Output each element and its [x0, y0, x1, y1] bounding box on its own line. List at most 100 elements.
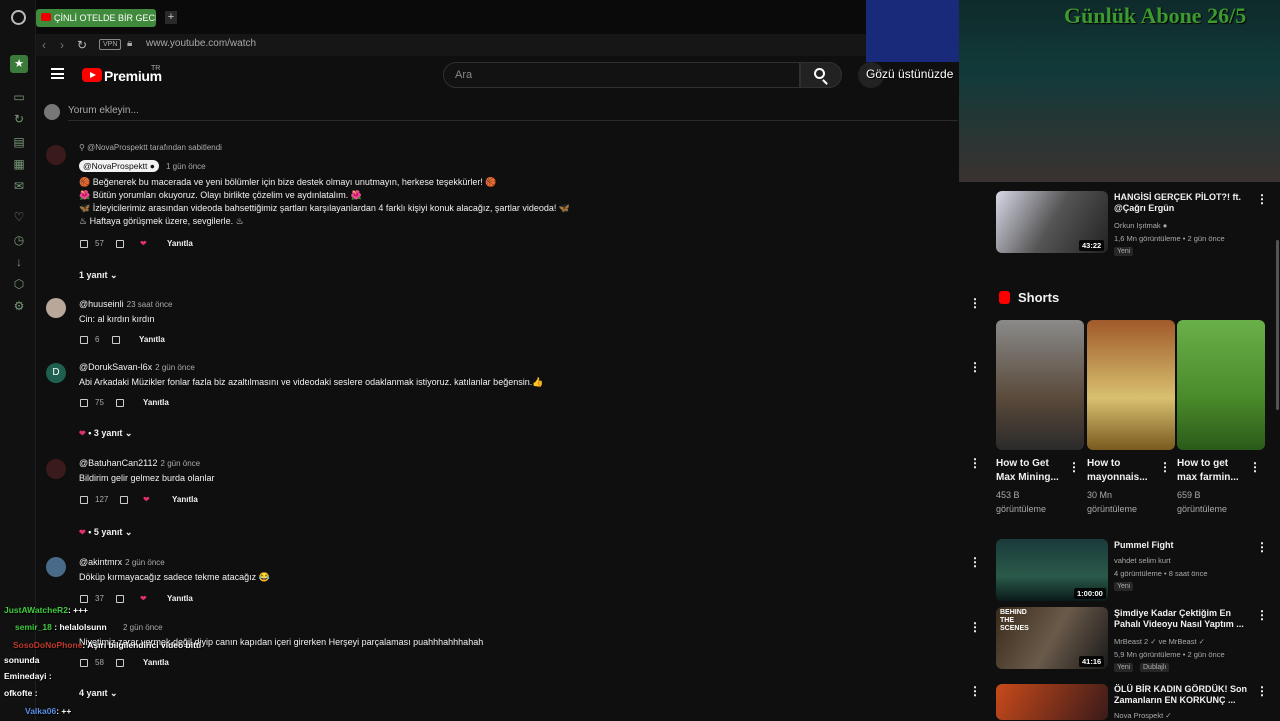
more-icon[interactable]: ⋮ [969, 555, 981, 569]
comment-input[interactable]: Yorum ekleyin... [68, 105, 139, 116]
short-title[interactable]: How to Get Max Mining... [996, 457, 1066, 485]
short-views: 659 B görüntüleme [1177, 490, 1228, 514]
chat-message: sonunda [4, 655, 40, 665]
more-icon[interactable]: ⋮ [1159, 460, 1171, 474]
replies-toggle[interactable]: ❤ • 3 yanıt ⌄ [79, 428, 132, 439]
avatar[interactable] [46, 145, 66, 165]
new-tab-button[interactable]: + [165, 11, 177, 24]
settings-icon[interactable]: ⚙ [12, 299, 26, 313]
reply-button[interactable]: Yanıtla [143, 658, 169, 667]
more-icon[interactable]: ⋮ [1256, 192, 1268, 206]
twitch-icon[interactable]: ▤ [12, 135, 26, 149]
short-title[interactable]: How to mayonnais... [1087, 457, 1157, 485]
video-channel[interactable]: vahdet selim kurt [1114, 555, 1171, 566]
like-icon[interactable] [80, 496, 88, 504]
video-channel[interactable]: Nova Prospekt ✓ [1114, 710, 1172, 721]
dislike-icon[interactable] [116, 399, 124, 407]
short-title[interactable]: How to get max farmin... [1177, 457, 1247, 485]
reply-button[interactable]: Yanıtla [143, 398, 169, 407]
forward-icon[interactable]: › [60, 38, 64, 52]
menu-icon[interactable] [51, 68, 64, 79]
download-icon[interactable]: ↓ [12, 255, 26, 269]
video-title[interactable]: Şimdiye Kadar Çektiğim En Pahalı Videoyu… [1114, 608, 1254, 630]
new-badge: Yeni [1114, 582, 1134, 591]
like-icon[interactable] [80, 240, 88, 248]
url-field[interactable]: www.youtube.com/watch [146, 38, 256, 49]
short-thumbnail[interactable] [1177, 320, 1265, 450]
video-channel[interactable]: Orkun Işıtmak ● [1114, 220, 1167, 231]
reply-button[interactable]: Yanıtla [167, 239, 193, 248]
stream-banner: Gözü üstünüzde [866, 67, 954, 81]
like-icon[interactable] [80, 399, 88, 407]
more-icon[interactable]: ⋮ [969, 456, 981, 470]
short-thumbnail[interactable] [1087, 320, 1175, 450]
reply-button[interactable]: Yanıtla [139, 335, 165, 344]
vpn-badge[interactable]: VPN [99, 39, 122, 50]
gamepad-icon[interactable]: ▭ [12, 90, 26, 104]
dislike-icon[interactable] [116, 595, 124, 603]
like-icon[interactable] [80, 595, 88, 603]
heart-icon[interactable]: ♡ [12, 210, 26, 224]
thumbnail-text: BEHIND THE SCENES [1000, 609, 1029, 632]
reply-button[interactable]: Yanıtla [172, 495, 198, 504]
more-icon[interactable]: ⋮ [1256, 684, 1268, 698]
more-icon[interactable]: ⋮ [1256, 608, 1268, 622]
star-icon[interactable]: ★ [10, 55, 28, 73]
reload-icon[interactable]: ↻ [77, 38, 87, 52]
replies-toggle[interactable]: 1 yanıt ⌄ [79, 270, 118, 281]
video-channel[interactable]: MrBeast 2 ✓ ve MrBeast ✓ [1114, 636, 1205, 647]
history-icon[interactable]: ◷ [12, 233, 26, 247]
youtube-logo-icon[interactable] [82, 68, 102, 82]
short-thumbnail[interactable] [996, 320, 1084, 450]
back-icon[interactable]: ‹ [42, 38, 46, 52]
like-icon[interactable] [80, 336, 88, 344]
more-icon[interactable]: ⋮ [969, 620, 981, 634]
video-thumbnail[interactable] [996, 684, 1108, 720]
short-views: 30 Mn görüntüleme [1087, 490, 1138, 514]
comment-time[interactable]: 1 gün önce [166, 162, 206, 171]
extensions-icon[interactable]: ⬡ [12, 277, 26, 291]
dislike-icon[interactable] [116, 659, 124, 667]
dislike-icon[interactable] [116, 240, 124, 248]
comment-time[interactable]: 2 gün önce [123, 623, 163, 632]
refresh-icon[interactable]: ↻ [12, 112, 26, 126]
more-icon[interactable]: ⋮ [969, 360, 981, 374]
mail-icon[interactable]: ✉ [12, 179, 26, 193]
comment-author[interactable]: @DorukSavan-l6x 2 gün önce [79, 362, 195, 372]
video-title[interactable]: ÖLÜ BİR KADIN GÖRDÜK! Son Zamanların EN … [1114, 684, 1254, 706]
avatar[interactable]: D [46, 363, 66, 383]
comment-text: Cin: al kırdın kırdın [79, 314, 155, 324]
reply-button[interactable]: Yanıtla [167, 594, 193, 603]
like-count: 58 [95, 658, 104, 667]
tab-active[interactable]: ÇİNLİ OTELDE BİR GECE! [36, 9, 156, 27]
more-icon[interactable]: ⋮ [1249, 460, 1261, 474]
pin-icon: ⚲ [79, 143, 88, 152]
messenger-icon[interactable]: ▦ [12, 157, 26, 171]
video-title[interactable]: Pummel Fight [1114, 540, 1254, 551]
avatar[interactable] [46, 459, 66, 479]
more-icon[interactable]: ⋮ [969, 684, 981, 698]
comment-author[interactable]: @huuseinli 23 saat önce [79, 299, 172, 309]
shorts-title: Shorts [1018, 290, 1060, 305]
subscriber-counter: Günlük Abone 26/5 [1064, 3, 1247, 28]
scrollbar[interactable] [1276, 240, 1279, 410]
like-count: 37 [95, 594, 104, 603]
more-icon[interactable]: ⋮ [969, 296, 981, 310]
comment-author[interactable]: @BatuhanCan2112 2 gün önce [79, 458, 200, 468]
video-title[interactable]: HANGİSİ GERÇEK PİLOT?! ft. @Çağrı Ergün [1114, 192, 1254, 214]
lock-icon[interactable]: 🔒︎ [127, 38, 132, 49]
avatar[interactable] [46, 298, 66, 318]
search-input[interactable]: Ara [443, 62, 800, 88]
comment-author[interactable]: @akintmrx 2 gün önce [79, 557, 165, 567]
comment-author[interactable]: @NovaProspektt ● [79, 160, 159, 172]
opera-logo-icon[interactable] [11, 10, 26, 25]
like-count: 6 [95, 335, 100, 344]
replies-toggle[interactable]: 4 yanıt ⌄ [79, 688, 118, 699]
dislike-icon[interactable] [120, 496, 128, 504]
like-icon[interactable] [80, 659, 88, 667]
more-icon[interactable]: ⋮ [1256, 540, 1268, 554]
replies-toggle[interactable]: ❤ • 5 yanıt ⌄ [79, 527, 132, 538]
more-icon[interactable]: ⋮ [1068, 460, 1080, 474]
avatar[interactable] [46, 557, 66, 577]
dislike-icon[interactable] [112, 336, 120, 344]
